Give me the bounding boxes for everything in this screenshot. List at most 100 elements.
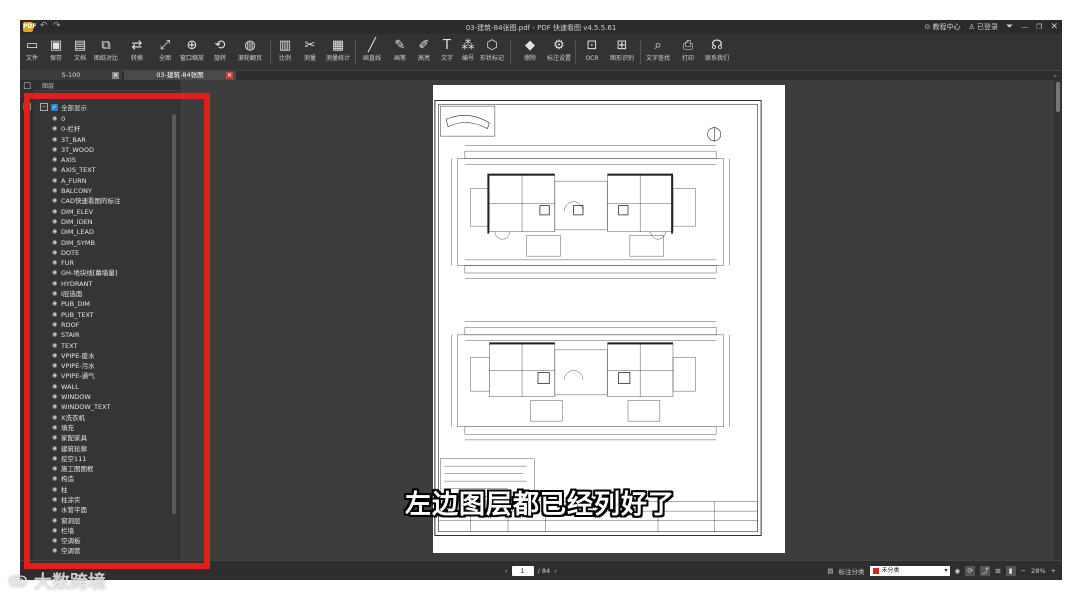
toolbar-label: 测量统计 — [325, 55, 350, 62]
category-value: 未分类 — [881, 567, 900, 574]
category-select[interactable]: 未分类 ▾ — [869, 566, 950, 576]
page-total: / 84 — [537, 567, 551, 575]
toolbar-label: 标注设置 — [546, 55, 571, 62]
next-page-icon[interactable]: › — [554, 567, 557, 575]
toolbar-measure-stats-button[interactable]: ▦ 测量统计 — [326, 36, 350, 68]
toolbar-ocr-button[interactable]: ⊡ OCR — [580, 36, 604, 68]
search-icon: ⌕ — [654, 38, 662, 53]
toolbar-save-button[interactable]: ▣ 保存 — [44, 36, 68, 68]
zoom-out-icon[interactable]: − — [1021, 567, 1026, 575]
highlight-icon: ✐ — [418, 38, 430, 53]
page-navigator: ‹ 1 / 84 › — [505, 566, 557, 576]
scale-icon: ▥ — [278, 38, 292, 53]
restore-icon[interactable]: ❐ — [1036, 23, 1042, 31]
zoom-in-icon[interactable]: + — [1051, 567, 1056, 575]
toolbar-zoom-window-button[interactable]: ⊕ 窗口缩放 — [180, 36, 204, 68]
chevron-down-icon[interactable]: ⌄ — [1052, 71, 1058, 79]
page-input[interactable]: 1 — [511, 566, 534, 576]
document-icon: ▤ — [73, 38, 87, 53]
number-icon: ⁂ — [461, 38, 475, 53]
toolbar-separator — [270, 40, 271, 64]
toolbar-label: 形状标记 — [479, 55, 504, 62]
toolbar-shape-mark-button[interactable]: ⬡ 形状标记 — [480, 36, 504, 68]
prev-page-icon[interactable]: ‹ — [505, 567, 508, 575]
toolbar-eraser-button[interactable]: ◆ 擦除 — [518, 36, 542, 68]
export-icon[interactable]: ⤴ — [980, 566, 991, 576]
grid-view-icon[interactable]: ⊞ — [995, 567, 1000, 575]
toolbar-folder-button[interactable]: ▭ 文件 — [20, 36, 44, 68]
toolbar-separator — [575, 40, 576, 64]
toolbar-pen-button[interactable]: ✎ 画笔 — [388, 36, 412, 68]
save-icon: ▣ — [49, 38, 63, 53]
toolbar-number-button[interactable]: ⁂ 编号 — [456, 36, 480, 68]
category-color-swatch — [872, 568, 879, 574]
toolbar-convert-button[interactable]: ⇄ 转换 — [125, 36, 149, 68]
tab-label: 03-建筑-84张图 — [156, 71, 204, 79]
login-status[interactable]: ♙ 已登录 — [968, 22, 998, 32]
window-title: 03-建筑-84张图.pdf - PDF 快速看图 v4.5.5.61 — [465, 24, 617, 32]
toolbar-annotation-settings-button[interactable]: ⚙ 标注设置 — [547, 36, 571, 68]
shape-recognize-icon: ⊞ — [616, 38, 628, 53]
toolbar-highlight-button[interactable]: ✐ 高亮 — [412, 36, 436, 68]
toolbar-compare-button[interactable]: ⧉ 图纸对比 — [94, 36, 118, 68]
layer-panel-toggle-icon[interactable]: ☐ — [22, 82, 32, 92]
line-icon: ╱ — [368, 38, 376, 53]
eraser-icon: ◆ — [525, 38, 535, 53]
watermark-logo-icon: ↂ — [8, 571, 28, 591]
toolbar-search-button[interactable]: ⌕ 文字查找 — [646, 36, 670, 68]
toolbar-label: 联系我们 — [704, 55, 729, 62]
toolbar-label: 图形识别 — [609, 55, 634, 62]
close-icon[interactable]: ✕ — [1050, 22, 1058, 32]
toolbar-line-button[interactable]: ╱ 画直线 — [360, 36, 384, 68]
watermark-text: 大数跨境 — [33, 572, 106, 593]
annotation-category-label: 标注分类 — [838, 568, 865, 576]
tab-close-icon[interactable]: ✕ — [226, 72, 233, 79]
menu-icon[interactable]: ⏷ — [1006, 22, 1013, 32]
mouse-wheel-icon: ◍ — [244, 38, 256, 53]
toolbar-rotate-button[interactable]: ⟲ 旋转 — [208, 36, 232, 68]
toolbar-headset-button[interactable]: ☊ 联系我们 — [705, 36, 729, 68]
toolbar-document-button[interactable]: ▤ 文档 — [68, 36, 92, 68]
annotation-settings-icon: ⚙ — [553, 38, 565, 53]
toolbar-separator — [510, 40, 511, 64]
watermark: ↂ 大数跨境 — [8, 568, 106, 594]
tab-close-icon[interactable]: ✕ — [112, 72, 119, 79]
annotation-category-icon: ▤ — [827, 567, 834, 575]
document-tabs: S-100 ✕ 03-建筑-84张图 ✕ ⌄ — [20, 71, 1062, 80]
toolbar-label: 滚轮翻页 — [237, 55, 262, 62]
chevron-down-icon: ▾ — [944, 567, 948, 574]
tab-label: S-100 — [61, 71, 81, 79]
tab-s100[interactable]: S-100 ✕ — [20, 71, 122, 80]
headset-icon: ☊ — [711, 38, 723, 53]
panel-header: 图层 — [34, 80, 179, 91]
zoom-level: 28% — [1031, 567, 1046, 575]
architectural-floor-plan-drawing — [434, 100, 762, 536]
convert-icon: ⇄ — [131, 38, 143, 53]
panel-title: 图层 — [42, 83, 55, 90]
toolbar-print-button[interactable]: ⎙ 打印 — [676, 36, 700, 68]
zoom-window-icon: ⊕ — [186, 38, 198, 53]
toolbar-separator — [355, 40, 356, 64]
compare-icon: ⧉ — [101, 38, 111, 53]
single-page-icon[interactable]: ▮ — [1005, 566, 1016, 576]
video-subtitle: 左边图层都已经列好了 — [404, 490, 675, 520]
scroll-thumb[interactable] — [1056, 82, 1060, 112]
pen-icon: ✎ — [394, 38, 406, 53]
toolbar-mouse-wheel-button[interactable]: ◍ 滚轮翻页 — [238, 36, 262, 68]
toolbar-scale-button[interactable]: ▥ 比例 — [273, 36, 297, 68]
tab-03-architecture[interactable]: 03-建筑-84张图 ✕ — [124, 71, 236, 80]
eye-icon[interactable]: ◉ — [955, 567, 961, 575]
toolbar-shape-recognize-button[interactable]: ⊞ 图形识别 — [610, 36, 634, 68]
toolbar-measure-button[interactable]: ✂ 测量 — [298, 36, 322, 68]
tutorial-center-link[interactable]: ⊙ 教程中心 — [924, 22, 960, 32]
measure-stats-icon: ▦ — [331, 38, 345, 53]
rotate-icon: ⟲ — [214, 38, 226, 53]
print-icon: ⎙ — [682, 38, 694, 53]
main-toolbar: ▭ 文件 ▣ 保存 ▤ 文档 ⧉ 图纸对比 ⇄ 转换 ⤢ 全图 ⊕ 窗口缩放 ⟲ 旋转 ◍ 滚轮翻页 ▥ 比例 ✂ 测量 ▦… — [20, 34, 1062, 71]
folder-icon: ▭ — [25, 38, 39, 53]
drawing-page — [433, 85, 785, 553]
rotate-view-icon[interactable]: ⟳ — [965, 566, 976, 576]
shape-mark-icon: ⬡ — [486, 38, 498, 53]
toolbar-fit-all-button[interactable]: ⤢ 全图 — [153, 36, 177, 68]
minimize-icon[interactable]: — — [1021, 23, 1028, 31]
